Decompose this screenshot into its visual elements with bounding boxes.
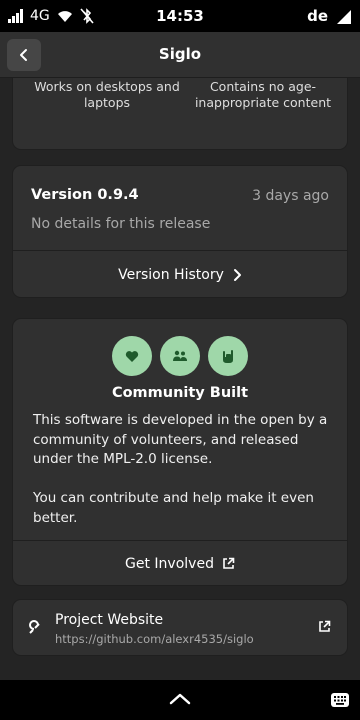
community-description: This software is developed in the open b… [33,411,333,528]
community-paragraph: You can contribute and help make it even… [33,490,314,526]
heart-badge [112,336,152,376]
people-icon [173,350,187,361]
version-details: No details for this release [31,216,211,232]
chevron-right-icon [233,268,241,281]
version-history-label: Version History [118,266,224,283]
compatibility-card: Works on desktops and laptops Contains n… [12,78,348,150]
heart-icon [125,350,139,362]
clock: 14:53 [156,7,204,25]
community-badges [13,336,347,376]
version-title: Version 0.9.4 [31,187,139,203]
version-card: Version 0.9.4 3 days ago No details for … [12,165,348,298]
community-paragraph: This software is developed in the open b… [33,412,328,467]
battery-icon [337,10,351,24]
community-card: Community Built This software is develop… [12,318,348,586]
get-involved-label: Get Involved [125,555,214,572]
project-website-row[interactable]: Project Website https://github.com/alexr… [12,599,348,656]
version-history-button[interactable]: Version History [13,251,347,298]
device-support-text: Works on desktops and laptops [34,79,180,110]
external-link-icon [319,620,331,632]
page-title: Siglo [158,45,202,63]
get-involved-button[interactable]: Get Involved [13,541,347,586]
age-rating-text: Contains no age-inappropriate content [194,79,332,110]
project-website-title: Project Website [55,612,164,628]
keyboard-toggle-button[interactable] [320,684,360,716]
status-bar: 4G 14:53 de [0,0,360,32]
chevron-up-icon[interactable] [168,692,192,706]
header-bar: Siglo [0,32,360,78]
keyboard-icon [331,693,349,707]
external-link-icon [223,557,235,569]
link-icon [29,620,40,634]
hand-icon [223,350,233,363]
navigation-bar [0,680,360,720]
hand-badge [208,336,248,376]
community-title: Community Built [111,385,249,401]
people-badge [160,336,200,376]
keyboard-layout: de [307,7,328,25]
project-website-url: https://github.com/alexr4535/siglo [55,632,254,646]
app-details-content[interactable]: Works on desktops and laptops Contains n… [0,78,360,680]
version-date: 3 days ago [252,188,329,204]
